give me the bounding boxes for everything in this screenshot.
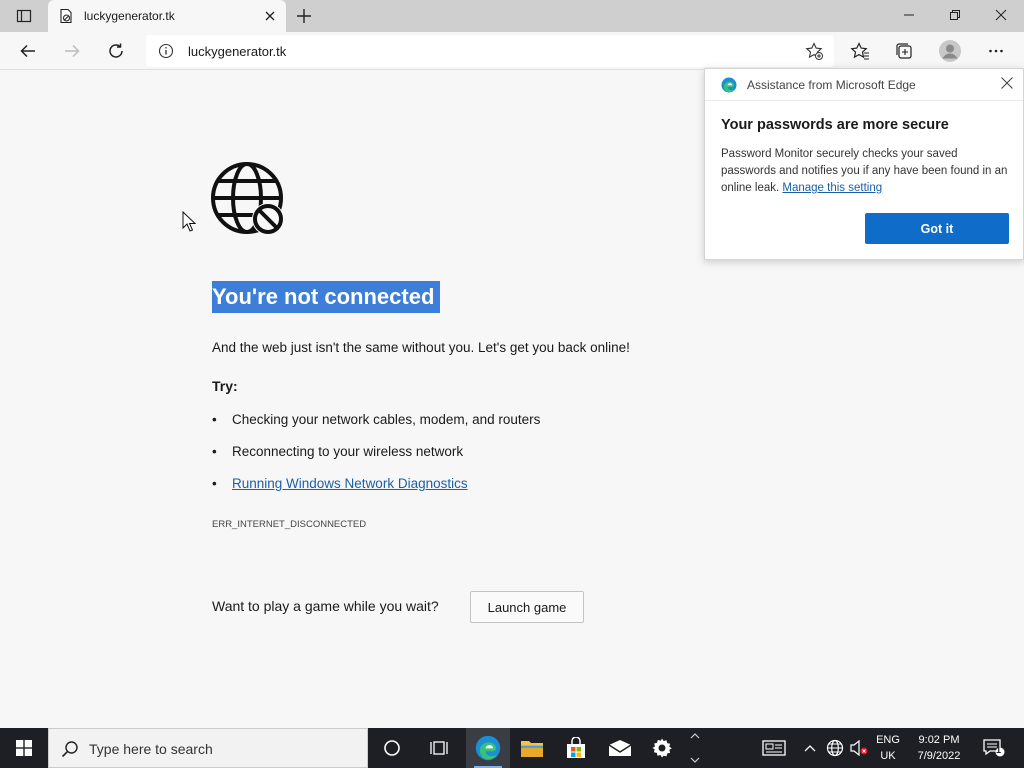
restore-button[interactable] (932, 0, 978, 30)
news-icon (762, 740, 786, 756)
suggestion-item: • Running Windows Network Diagnostics (212, 476, 468, 491)
globe-blocked-icon (211, 162, 284, 235)
clock[interactable]: 9:02 PM 7/9/2022 (906, 732, 972, 764)
collections-button[interactable] (889, 36, 919, 66)
action-center-button[interactable]: 1 (976, 728, 1012, 768)
back-arrow-icon (20, 44, 35, 58)
restore-icon (950, 10, 960, 20)
collections-icon (896, 43, 912, 59)
start-button[interactable] (0, 728, 48, 768)
popup-close-icon[interactable] (999, 75, 1015, 91)
news-widget-button[interactable] (752, 728, 796, 768)
tab-actions-button[interactable] (6, 4, 42, 28)
taskbar-scroll-icon[interactable] (688, 728, 702, 768)
tab-bar: luckygenerator.tk (0, 0, 1024, 32)
refresh-button[interactable] (101, 36, 131, 66)
suggestion-item: • Checking your network cables, modem, an… (212, 412, 541, 427)
popup-body: Password Monitor securely checks your sa… (721, 146, 1013, 197)
task-view-button[interactable] (418, 728, 462, 768)
notification-count: 1 (996, 745, 1002, 755)
network-diagnostics-link[interactable]: Running Windows Network Diagnostics (232, 476, 468, 491)
popup-heading: Your passwords are more secure (721, 117, 949, 133)
password-monitor-popup: Assistance from Microsoft Edge Your pass… (704, 68, 1024, 260)
notification-icon (983, 739, 1005, 757)
try-label: Try: (212, 378, 238, 394)
search-icon (61, 741, 78, 758)
popup-header: Assistance from Microsoft Edge (705, 69, 1023, 101)
mouse-cursor-icon (182, 211, 196, 232)
mail-icon (608, 740, 632, 756)
settings-more-button[interactable] (981, 36, 1011, 66)
popup-title: Assistance from Microsoft Edge (747, 78, 916, 92)
suggestion-item: • Reconnecting to your wireless network (212, 444, 464, 459)
refresh-icon (109, 43, 123, 58)
network-globe-icon (826, 739, 844, 757)
language-indicator[interactable]: ENG UK (872, 732, 904, 764)
taskbar-edge-button[interactable] (466, 728, 510, 768)
site-info-icon[interactable] (158, 43, 174, 59)
gear-icon (652, 738, 672, 758)
got-it-button[interactable]: Got it (865, 213, 1009, 244)
page-error-icon (60, 8, 72, 24)
cortana-button[interactable] (370, 728, 414, 768)
task-view-icon (430, 741, 448, 755)
add-favorite-icon[interactable] (804, 41, 824, 61)
close-window-icon (995, 9, 1007, 21)
suggestion-text: Checking your network cables, modem, and… (232, 412, 541, 427)
tab-title: luckygenerator.tk (84, 9, 175, 23)
game-prompt: Want to play a game while you wait? (212, 598, 439, 614)
mail-button[interactable] (598, 728, 642, 768)
minimize-icon (904, 14, 914, 16)
language-code: ENG (876, 734, 900, 746)
cortana-circle-icon (384, 740, 400, 756)
new-tab-icon[interactable] (294, 6, 314, 26)
search-placeholder: Type here to search (89, 741, 213, 757)
clock-date: 7/9/2022 (917, 750, 961, 762)
browser-toolbar: luckygenerator.tk (0, 32, 1024, 70)
page-heading: You're not connected (212, 281, 441, 313)
launch-game-button[interactable]: Launch game (470, 591, 584, 623)
favorites-icon (850, 42, 869, 60)
language-region: UK (880, 750, 896, 762)
more-dots-icon (989, 49, 1003, 53)
edge-logo-icon (721, 77, 737, 93)
favorites-button[interactable] (845, 36, 875, 66)
clock-time: 9:02 PM (918, 734, 960, 746)
chevron-up-icon (804, 745, 816, 752)
avatar-icon (939, 40, 961, 62)
active-tab[interactable]: luckygenerator.tk (48, 0, 286, 32)
show-hidden-icons-button[interactable] (798, 728, 822, 768)
profile-button[interactable] (935, 36, 965, 66)
tab-actions-icon (16, 9, 32, 23)
store-bag-icon (567, 737, 585, 758)
volume-muted-icon (850, 739, 868, 757)
suggestion-text: Reconnecting to your wireless network (232, 444, 464, 459)
manage-setting-link[interactable]: Manage this setting (782, 182, 882, 194)
file-explorer-button[interactable] (510, 728, 554, 768)
error-code: ERR_INTERNET_DISCONNECTED (212, 519, 367, 530)
address-bar[interactable]: luckygenerator.tk (146, 35, 834, 67)
page-subtext: And the web just isn't the same without … (212, 340, 630, 355)
taskbar: Type here to search ENG UK 9:02 PM 7/9/2… (0, 728, 1024, 768)
edge-taskbar-icon (475, 735, 501, 761)
store-button[interactable] (554, 728, 598, 768)
volume-button[interactable] (846, 728, 872, 768)
folder-icon (521, 741, 543, 757)
forward-button[interactable] (57, 36, 87, 66)
close-window-button[interactable] (978, 0, 1024, 30)
windows-logo-icon (16, 740, 32, 756)
url-text[interactable]: luckygenerator.tk (188, 44, 286, 59)
settings-button[interactable] (640, 728, 684, 768)
back-button[interactable] (13, 36, 43, 66)
forward-arrow-icon (65, 44, 80, 58)
tab-close-icon[interactable] (262, 8, 278, 24)
minimize-button[interactable] (886, 0, 932, 30)
network-button[interactable] (822, 728, 848, 768)
taskbar-search-box[interactable]: Type here to search (48, 728, 368, 768)
